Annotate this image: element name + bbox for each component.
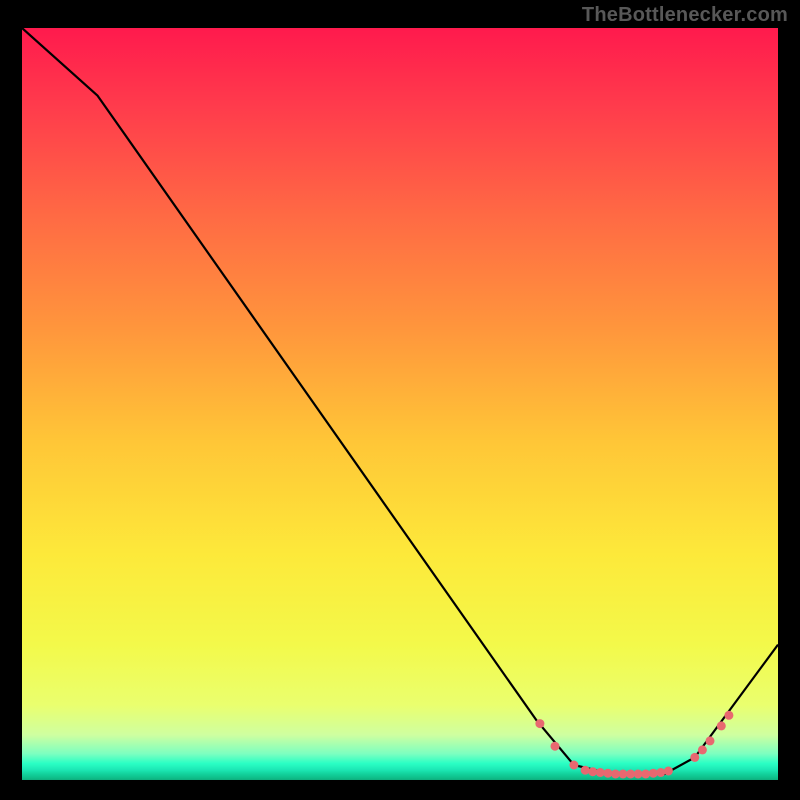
curve-marker xyxy=(551,742,560,751)
curve-marker xyxy=(724,711,733,720)
curve-marker xyxy=(717,721,726,730)
curve-marker xyxy=(641,770,650,779)
curve-marker xyxy=(535,719,544,728)
curve-marker xyxy=(656,768,665,777)
curve-marker xyxy=(596,768,605,777)
curve-marker xyxy=(581,766,590,775)
attribution-label: TheBottlenecker.com xyxy=(582,4,788,27)
chart-container: TheBottlenecker.com xyxy=(0,0,800,800)
bottleneck-curve xyxy=(22,28,778,774)
curve-marker xyxy=(603,769,612,778)
chart-overlay xyxy=(22,28,778,780)
curve-marker xyxy=(698,745,707,754)
curve-marker xyxy=(664,767,673,776)
curve-marker xyxy=(690,753,699,762)
plot-area xyxy=(22,28,778,780)
curve-marker xyxy=(569,761,578,770)
curve-marker xyxy=(706,736,715,745)
